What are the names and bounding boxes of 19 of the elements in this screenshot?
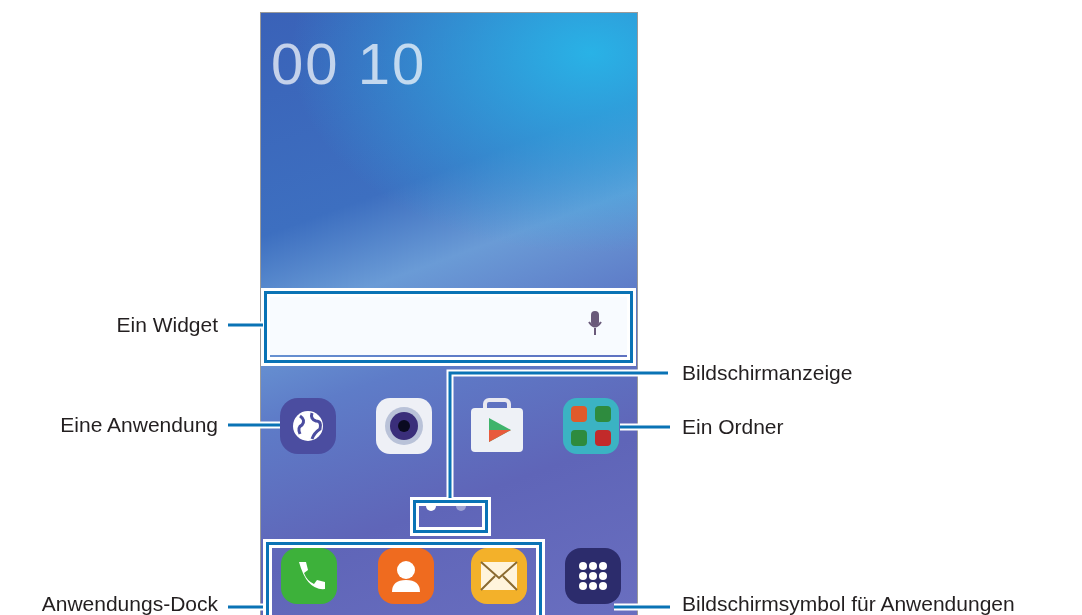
callout-label: Eine Anwendung [60,414,218,435]
callout-label: Ein Ordner [682,416,784,437]
leader-line [228,603,263,611]
clock-text: 00 10 [271,35,427,93]
person-icon[interactable] [378,548,434,604]
leader-line [228,421,280,429]
mic-icon[interactable] [588,311,602,337]
shopping-bag-icon[interactable] [469,398,525,454]
leader-line [228,321,263,329]
app-grid-icon[interactable] [565,548,621,604]
leader-line [614,603,670,611]
callout-label: Bildschirmanzeige [682,362,853,383]
callout-label: Ein Widget [116,314,218,335]
envelope-icon[interactable] [471,548,527,604]
callout-label: Bildschirmsymbol für Anwendungen [682,593,1015,614]
callout-label: Anwendungs-Dock [41,593,218,614]
camera-lens-icon[interactable] [376,398,432,454]
phone-icon[interactable] [281,548,337,604]
globe-icon[interactable] [280,398,336,454]
